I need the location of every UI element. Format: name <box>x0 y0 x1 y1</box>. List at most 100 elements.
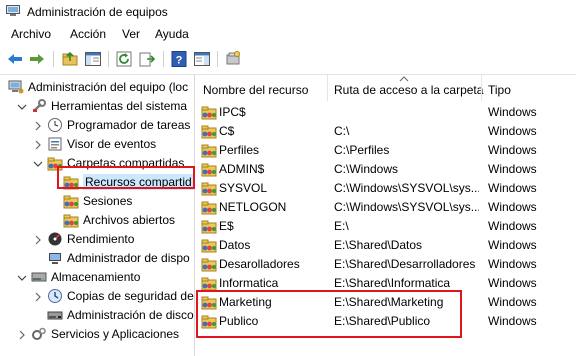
tree-item[interactable]: Copias de seguridad de <box>0 287 194 306</box>
title-bar: Administración de equipos <box>0 0 576 24</box>
shared-folder-icon <box>63 212 79 228</box>
chevron-right-icon[interactable] <box>17 329 27 340</box>
tree-item-label: Almacenamiento <box>51 270 141 284</box>
services-icon <box>31 326 47 342</box>
shared-folder-icon <box>201 256 217 272</box>
shared-folder-icon <box>201 180 217 196</box>
shared-folder-icon <box>201 161 217 177</box>
chevron-down-icon[interactable] <box>33 158 43 168</box>
share-name: SYSVOL <box>219 181 268 195</box>
table-row[interactable]: Perfiles C:\Perfiles Windows <box>196 140 576 159</box>
tree-item[interactable]: Administrador de dispo <box>0 249 194 268</box>
share-type: Windows <box>488 238 537 252</box>
share-type: Windows <box>488 257 537 271</box>
share-name: Informatica <box>219 276 279 290</box>
show-hide-tree-icon[interactable] <box>84 50 102 68</box>
share-path: C:\Windows <box>334 162 399 176</box>
tree-item[interactable]: Programador de tareas <box>0 116 194 135</box>
share-path: C:\Perfiles <box>334 143 390 157</box>
up-folder-icon[interactable] <box>61 50 79 68</box>
table-row[interactable]: SYSVOL C:\Windows\SYSVOL\sys... Windows <box>196 178 576 197</box>
menu-ver[interactable]: Ver <box>122 27 140 41</box>
table-row[interactable]: IPC$ Windows <box>196 102 576 121</box>
table-row[interactable]: Datos E:\Shared\Datos Windows <box>196 235 576 254</box>
menu-accion[interactable]: Acción <box>70 27 106 41</box>
performance-icon <box>47 231 63 247</box>
share-type: Windows <box>488 219 537 233</box>
table-row[interactable]: ADMIN$ C:\Windows Windows <box>196 159 576 178</box>
storage-icon <box>31 269 47 285</box>
list-header: Nombre del recurso Ruta de acceso a la c… <box>196 75 576 101</box>
menu-bar: Archivo Acción Ver Ayuda <box>0 24 576 44</box>
table-row[interactable]: C$ C:\ Windows <box>196 121 576 140</box>
share-type: Windows <box>488 276 537 290</box>
chevron-right-icon[interactable] <box>33 120 43 131</box>
tree-item[interactable]: Visor de eventos <box>0 135 194 154</box>
table-row[interactable]: E$ E:\ Windows <box>196 216 576 235</box>
tree-item-label: Programador de tareas <box>67 118 191 132</box>
tree-item-label: Administración de disco <box>67 308 194 322</box>
tree-item[interactable]: Herramientas del sistema <box>0 97 194 116</box>
backup-icon <box>47 288 63 304</box>
tools-icon <box>31 98 47 114</box>
window-title: Administración de equipos <box>27 5 168 19</box>
share-path: E:\Shared\Datos <box>334 238 423 252</box>
share-path: E:\ <box>334 219 349 233</box>
share-type: Windows <box>488 295 537 309</box>
action-pane-icon[interactable] <box>193 50 211 68</box>
share-path: E:\Shared\Informatica <box>334 276 451 290</box>
table-row[interactable]: NETLOGON C:\Windows\SYSVOL\sys... Windows <box>196 197 576 216</box>
column-nombre[interactable]: Nombre del recurso <box>196 75 327 101</box>
svg-text:?: ? <box>176 55 183 67</box>
share-path: E:\Shared\Desarrolladores <box>334 257 476 271</box>
device-manager-icon <box>47 250 63 266</box>
refresh-icon[interactable] <box>115 50 133 68</box>
chevron-right-icon[interactable] <box>33 234 43 245</box>
shared-folder-icon <box>201 275 217 291</box>
column-tipo[interactable]: Tipo <box>481 75 576 101</box>
share-name: E$ <box>219 219 234 233</box>
share-name: IPC$ <box>219 105 246 119</box>
tree-item-label: Archivos abiertos <box>83 213 176 227</box>
share-type: Windows <box>488 143 537 157</box>
highlight-box-marketing-publico <box>196 290 462 338</box>
tree-item[interactable]: Rendimiento <box>0 230 194 249</box>
event-viewer-icon <box>47 136 63 152</box>
share-name: Datos <box>219 238 251 252</box>
share-type: Windows <box>488 162 537 176</box>
menu-ayuda[interactable]: Ayuda <box>155 27 189 41</box>
new-share-icon[interactable] <box>224 50 242 68</box>
tree-item[interactable]: Administración de disco <box>0 306 194 325</box>
shared-folder-icon <box>201 142 217 158</box>
computer-management-icon <box>8 79 24 95</box>
share-name: NETLOGON <box>219 200 287 214</box>
share-type: Windows <box>488 314 537 328</box>
share-name: C$ <box>219 124 235 138</box>
chevron-right-icon[interactable] <box>33 291 43 302</box>
tree-item-label: Copias de seguridad de <box>67 289 194 303</box>
tree-item[interactable]: Sesiones <box>0 192 194 211</box>
share-type: Windows <box>488 181 537 195</box>
chevron-down-icon[interactable] <box>17 101 27 111</box>
chevron-down-icon[interactable] <box>17 272 27 282</box>
tree-item[interactable]: Almacenamiento <box>0 268 194 287</box>
share-type: Windows <box>488 105 537 119</box>
toolbar: ? <box>0 44 576 75</box>
table-row[interactable]: Desarolladores E:\Shared\Desarrolladores W… <box>196 254 576 273</box>
clock-icon <box>47 117 63 133</box>
chevron-right-icon[interactable] <box>33 139 43 150</box>
shared-folder-icon <box>201 104 217 120</box>
shared-folder-icon <box>201 218 217 234</box>
export-list-icon[interactable] <box>138 50 156 68</box>
tree-item-label: Rendimiento <box>67 232 135 246</box>
help-icon[interactable]: ? <box>170 50 188 68</box>
share-path: C:\Windows\SYSVOL\sys... <box>334 181 479 195</box>
tree-item[interactable]: Administración del equipo (loc <box>0 78 194 97</box>
back-arrow-icon[interactable] <box>6 50 24 68</box>
tree-item[interactable]: Archivos abiertos <box>0 211 194 230</box>
menu-archivo[interactable]: Archivo <box>11 27 51 41</box>
tree-item[interactable]: Servicios y Aplicaciones <box>0 325 194 344</box>
tree-item-label: Administración del equipo (loc <box>28 80 189 94</box>
share-path: C:\ <box>334 124 350 138</box>
forward-arrow-icon[interactable] <box>28 50 46 68</box>
